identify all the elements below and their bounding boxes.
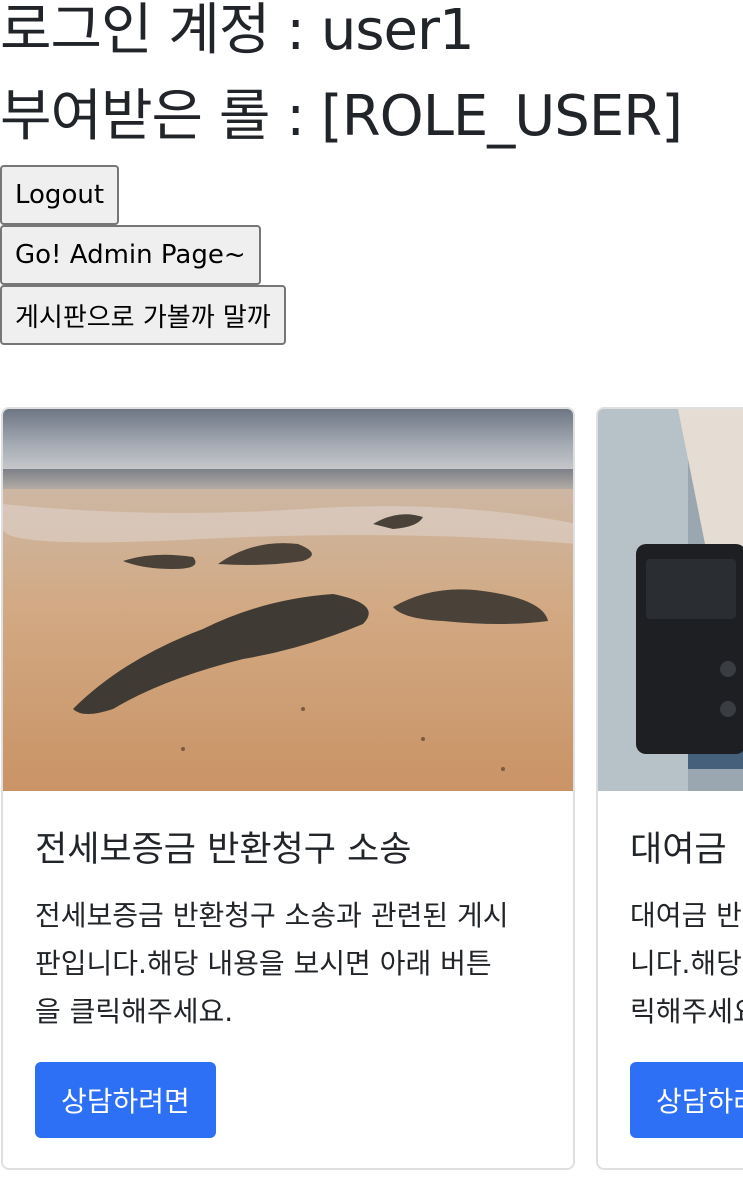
card-title: 전세보증금 반환청구 소송 <box>35 830 412 870</box>
consult-button[interactable]: 상담하려면 <box>35 1062 216 1138</box>
card-title: 대여금 <box>630 830 727 870</box>
logout-button[interactable]: Logout <box>0 165 120 226</box>
card-text: 전세보증금 반환청구 소송과 관련된 게시 판입니다.해당 내용을 보시면 아래… <box>35 899 509 1028</box>
board-button[interactable]: 게시판으로 가볼까 말까 <box>0 285 286 346</box>
card-text: 대여금 반 니다.해당 릭해주세요. <box>630 899 743 1028</box>
card-body: 대여금 대여금 반 니다.해당 릭해주세요. 상담하려면 <box>598 791 743 1138</box>
admin-page-button[interactable]: Go! Admin Page~ <box>0 225 261 286</box>
card-loan: 대여금 대여금 반 니다.해당 릭해주세요. 상담하려면 <box>596 407 743 1170</box>
card-jeonse-deposit: 전세보증금 반환청구 소송 전세보증금 반환청구 소송과 관련된 게시 판입니다… <box>1 407 575 1170</box>
card-body: 전세보증금 반환청구 소송 전세보증금 반환청구 소송과 관련된 게시 판입니다… <box>3 791 573 1138</box>
beach-seaweed-image <box>3 409 573 791</box>
assigned-role-heading: 부여받은 롤 : [ROLE_USER] <box>0 84 683 150</box>
card-carousel[interactable]: 전세보증금 반환청구 소송 전세보증금 반환청구 소송과 관련된 게시 판입니다… <box>0 407 743 1179</box>
camera-person-image <box>598 409 743 791</box>
consult-button[interactable]: 상담하려면 <box>630 1062 743 1138</box>
login-account-heading: 로그인 계정 : user1 <box>0 0 475 63</box>
action-buttons: Logout Go! Admin Page~ 게시판으로 가볼까 말까 <box>0 165 743 346</box>
